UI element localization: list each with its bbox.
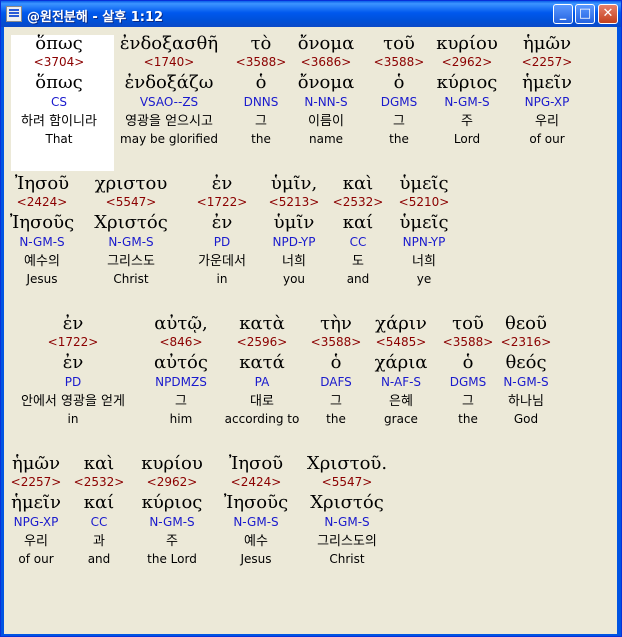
strong-number: <2316> [500,335,552,349]
maximize-button[interactable]: □ [575,4,595,24]
lemma: ἐν [62,352,84,373]
korean-gloss: 안에서 영광을 얻게 [21,394,125,409]
english-gloss: of our [529,132,565,146]
greek-word: ἐν [62,313,84,334]
strong-number: <1722> [47,335,99,349]
korean-gloss: 우리 [535,114,559,129]
strong-number: <3704> [33,55,85,69]
morphology-code: N-GM-S [503,375,549,389]
greek-word: ἡμῶν [522,33,572,54]
english-gloss: God [513,412,539,426]
lemma: ἡμεῖν [522,72,572,93]
english-gloss: Christ [329,552,365,566]
greek-word: Χριστοῦ. [306,453,388,474]
minimize-button[interactable]: _ [553,4,573,24]
korean-gloss: 너희 [412,254,436,269]
window-title: @원전분해 - 살후 1:12 [27,10,164,25]
morphology-code: NPN-YP [402,235,446,249]
word-block[interactable]: Χριστοῦ. <5547> Χριστός N-GM-S 그리스도의 Christ [287,453,407,566]
greek-word: ὑμεῖς [399,173,449,194]
korean-gloss: 하려 함이니라 [21,114,97,129]
lemma: θεός [505,352,547,373]
korean-gloss: 그리스도의 [317,534,377,549]
morphology-code: NPG-XP [524,95,570,109]
word-block[interactable]: ἡμῶν <2257> ἡμεῖν NPG-XP 우리 of our [487,33,607,146]
strong-number: <2257> [521,55,573,69]
greek-word: ὅπως [35,33,83,54]
morphology-code: CS [51,95,67,109]
strong-number: <5547> [321,475,373,489]
lemma: ὑμεῖς [399,212,449,233]
strong-number: <5210> [398,195,450,209]
lemma: ὅπως [35,72,83,93]
english-gloss: in [67,412,79,426]
close-button[interactable]: ✕ [598,4,618,24]
morphology-code: PD [64,375,82,389]
word-block[interactable]: ὅπως <3704> ὅπως CS 하려 함이니라 That [4,33,119,146]
english-gloss: That [45,132,73,146]
greek-word: θεοῦ [505,313,547,334]
title-bar[interactable]: @원전분해 - 살후 1:12 _ □ ✕ [1,1,621,27]
morphology-code: N-GM-S [324,515,370,529]
app-window: @원전분해 - 살후 1:12 _ □ ✕ ὅπως <3704> ὅπως CS 하려… [0,0,622,637]
korean-gloss: 하나님 [508,394,544,409]
app-icon[interactable] [6,6,22,22]
lemma: Χριστός [310,492,384,513]
interlinear-panel: ὅπως <3704> ὅπως CS 하려 함이니라 That ἐνδοξασθῆ <174… [4,27,617,634]
word-block[interactable]: ἐν <1722> ἐν PD 안에서 영광을 얻게 in [13,313,133,426]
word-block[interactable]: ὑμεῖς <5210> ὑμεῖς NPN-YP 너희 ye [364,173,484,286]
english-gloss: ye [416,272,432,286]
word-block[interactable]: θεοῦ <2316> θεός N-GM-S 하나님 God [466,313,586,426]
